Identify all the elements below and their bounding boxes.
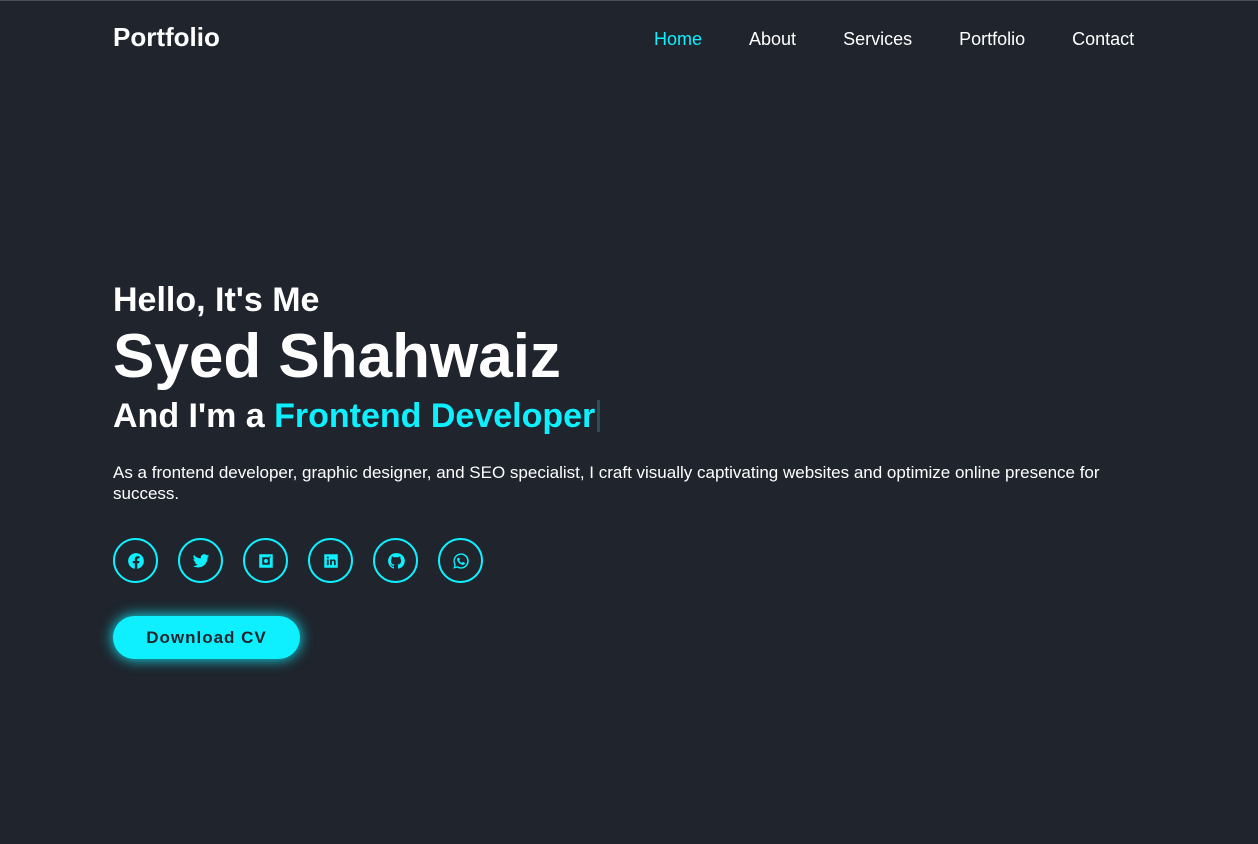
github-link[interactable] <box>373 538 418 583</box>
nav-home-link[interactable]: Home <box>654 29 702 50</box>
hero-description: As a frontend developer, graphic designe… <box>113 463 1100 503</box>
nav-contact-link[interactable]: Contact <box>1072 29 1134 50</box>
instagram-icon <box>258 553 273 568</box>
facebook-icon <box>127 552 144 569</box>
site-logo[interactable]: Portfolio <box>113 22 220 53</box>
typing-caret <box>597 400 601 432</box>
twitter-link[interactable] <box>178 538 223 583</box>
main-nav: Home About Services Portfolio Contact <box>654 28 1134 50</box>
social-links <box>113 538 1153 583</box>
nav-services-link[interactable]: Services <box>843 29 912 50</box>
twitter-icon <box>192 553 209 568</box>
whatsapp-link[interactable] <box>438 538 483 583</box>
facebook-link[interactable] <box>113 538 158 583</box>
nav-portfolio-link[interactable]: Portfolio <box>959 29 1025 50</box>
hero-name: Syed Shahwaiz <box>113 322 561 391</box>
download-cv-button[interactable]: Download CV <box>113 616 300 659</box>
nav-about-link[interactable]: About <box>749 29 796 50</box>
hero-greeting: Hello, It's Me <box>113 281 320 319</box>
site-header: Portfolio Home About Services Portfolio … <box>0 0 1258 78</box>
linkedin-icon <box>323 553 338 568</box>
github-icon <box>387 552 405 569</box>
role-highlight: Frontend Developer <box>274 397 596 435</box>
instagram-link[interactable] <box>243 538 288 583</box>
linkedin-link[interactable] <box>308 538 353 583</box>
whatsapp-icon <box>452 552 469 569</box>
role-prefix: And I'm a <box>113 397 265 435</box>
hero-role: And I'm a Frontend Developer <box>113 394 1153 438</box>
hero-section: Hello, It's Me Syed Shahwaiz And I'm a F… <box>113 280 1153 659</box>
